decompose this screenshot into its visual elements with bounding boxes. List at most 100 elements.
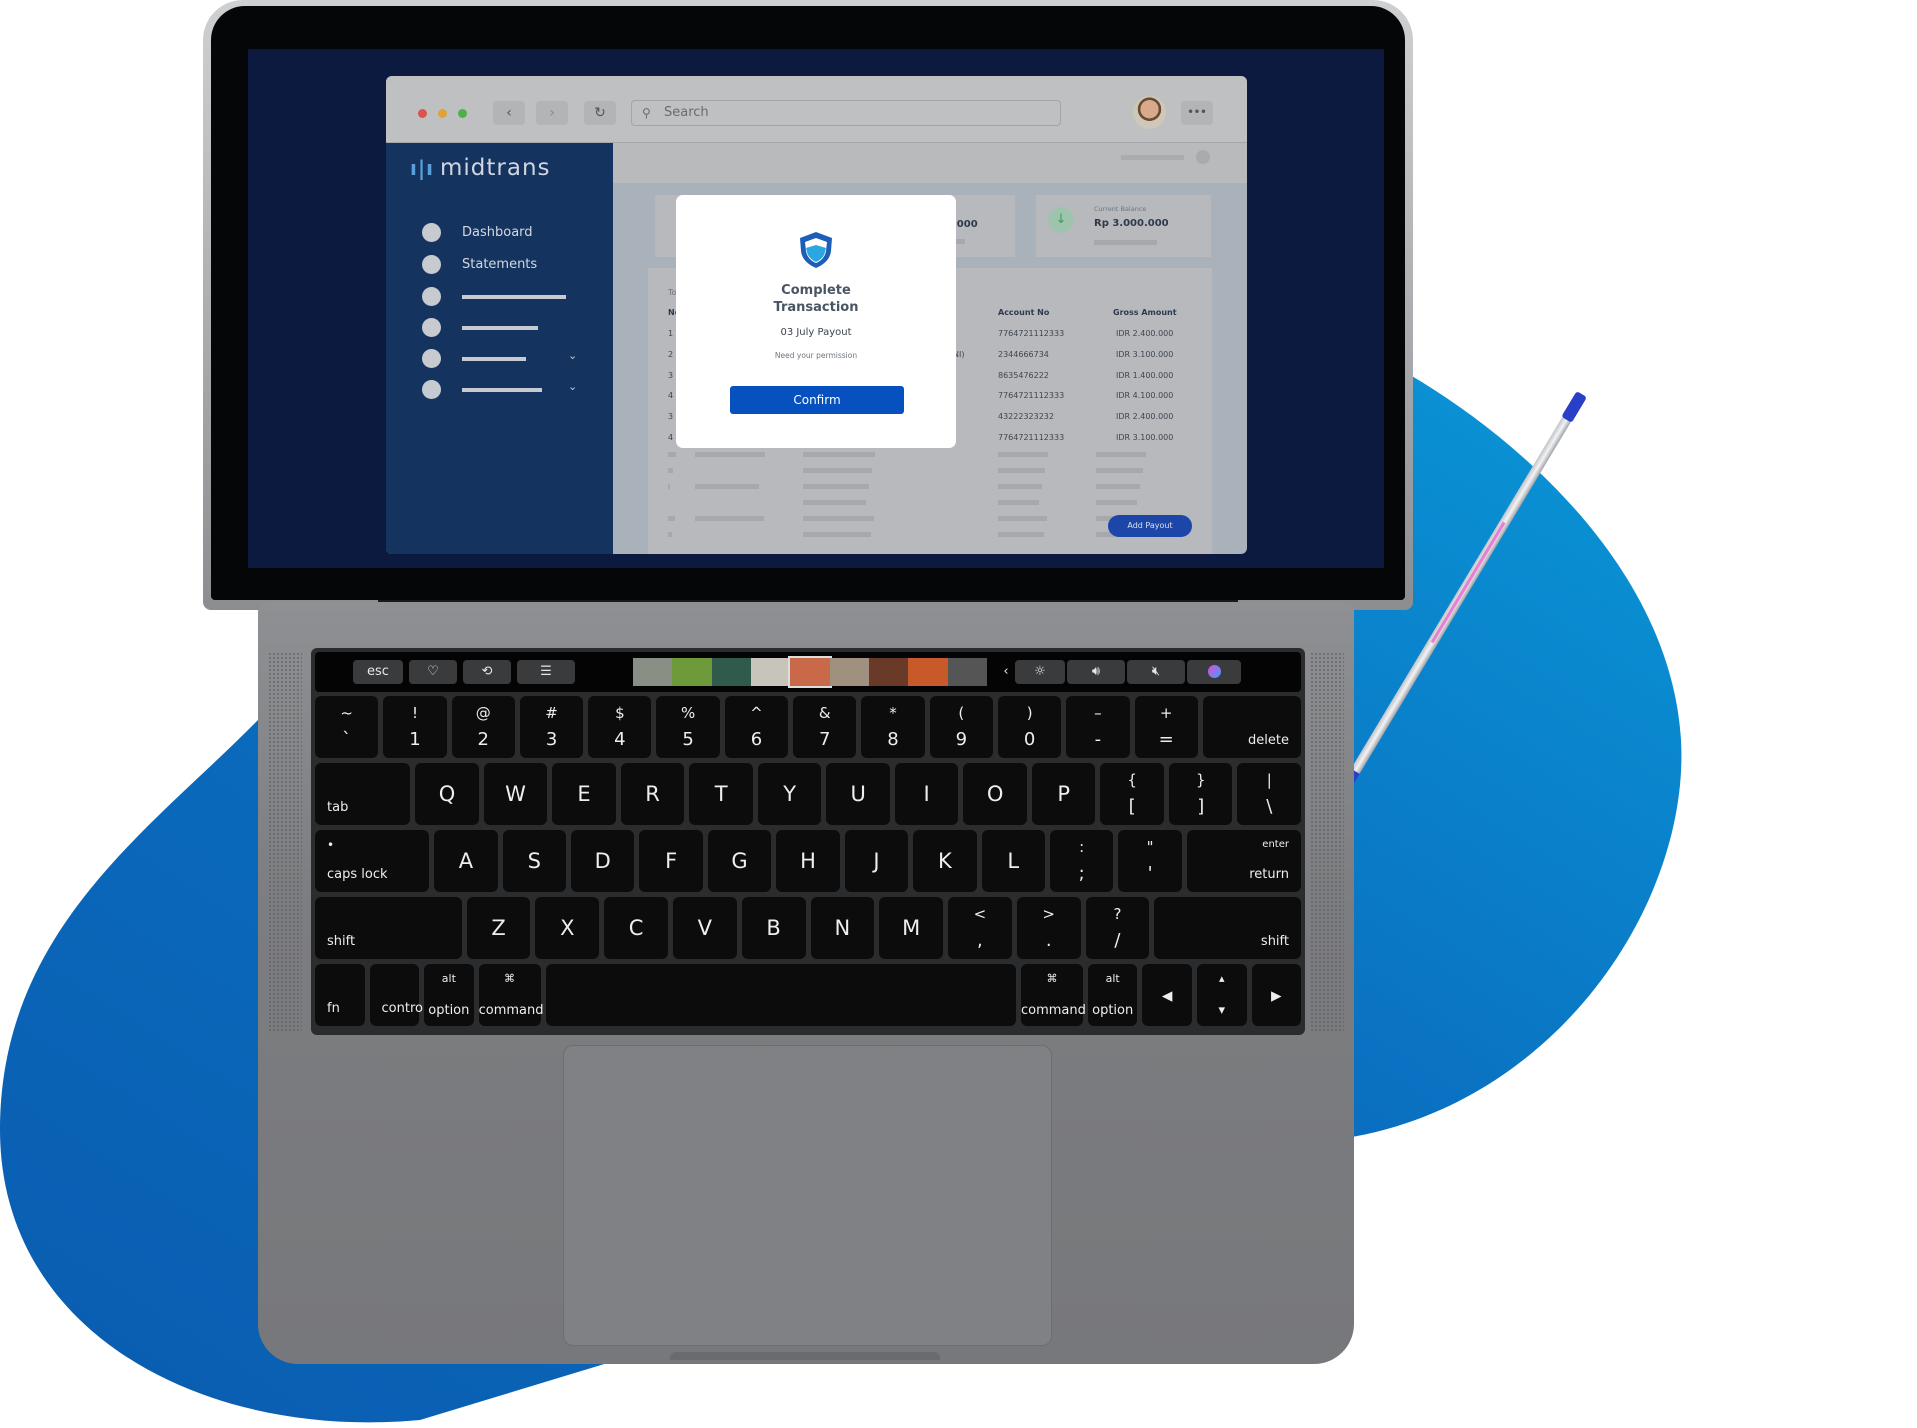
sidebar-item-6[interactable]: ⌄ bbox=[422, 380, 602, 400]
siri-icon[interactable] bbox=[1187, 660, 1241, 684]
mute-icon[interactable]: 🔇︎ bbox=[1127, 660, 1185, 684]
brightness-icon[interactable]: ☼ bbox=[1015, 660, 1065, 684]
key-[[interactable]: {[ bbox=[1100, 763, 1164, 825]
key-2[interactable]: @2 bbox=[451, 696, 515, 758]
key-space[interactable] bbox=[545, 964, 1016, 1026]
sidebar: ı|ı midtrans Dashboard Statements ⌄ ⌄ bbox=[386, 143, 613, 554]
volume-icon[interactable]: 🔊︎ bbox=[1067, 660, 1125, 684]
key-option[interactable]: option alt bbox=[1087, 964, 1138, 1026]
key-'[interactable]: " ' bbox=[1118, 830, 1182, 892]
key-W[interactable]: W bbox=[483, 763, 548, 825]
esc-key[interactable]: esc bbox=[353, 660, 403, 684]
key-command[interactable]: command ⌘ bbox=[478, 964, 543, 1026]
forward-button[interactable]: › bbox=[536, 101, 568, 125]
key-C[interactable]: C bbox=[604, 897, 668, 959]
rotate-icon[interactable]: ⟲ bbox=[463, 660, 511, 684]
key-\[interactable]: | \ bbox=[1237, 763, 1301, 825]
key-H[interactable]: H bbox=[776, 830, 840, 892]
key-shift[interactable]: shift bbox=[315, 897, 462, 959]
key-M[interactable]: M bbox=[879, 897, 944, 959]
key-label: shift bbox=[327, 934, 356, 949]
key-label: J bbox=[873, 849, 880, 873]
key-control[interactable]: control bbox=[369, 964, 427, 1026]
trackpad[interactable] bbox=[563, 1045, 1052, 1346]
maximize-dot[interactable] bbox=[458, 109, 467, 118]
key-delete[interactable]: delete bbox=[1202, 696, 1301, 758]
reload-button[interactable]: ↻ bbox=[584, 101, 616, 125]
key-;[interactable]: :; bbox=[1049, 830, 1114, 892]
key-label: W bbox=[505, 782, 526, 806]
key-command[interactable]: command ⌘ bbox=[1021, 964, 1086, 1026]
key-9[interactable]: (9 bbox=[929, 696, 993, 758]
key-G[interactable]: G bbox=[707, 830, 772, 892]
sidebar-item-5[interactable]: ⌄ bbox=[422, 349, 602, 369]
key-I[interactable]: I bbox=[894, 763, 959, 825]
key-return[interactable]: return enter bbox=[1186, 830, 1301, 892]
key-R[interactable]: R bbox=[620, 763, 685, 825]
key-`[interactable]: ~ ` bbox=[315, 696, 379, 758]
key-E[interactable]: E bbox=[552, 763, 616, 825]
key-4[interactable]: $4 bbox=[588, 696, 652, 758]
key-V[interactable]: V bbox=[672, 897, 737, 959]
chevron-left-icon[interactable]: ‹ bbox=[999, 660, 1013, 684]
key-F[interactable]: F bbox=[639, 830, 703, 892]
confirm-button[interactable]: Confirm bbox=[730, 386, 904, 414]
card-amount: .000 bbox=[953, 219, 978, 230]
key-T[interactable]: T bbox=[689, 763, 753, 825]
key-B[interactable]: B bbox=[741, 897, 806, 959]
key--[interactable]: – - bbox=[1066, 696, 1130, 758]
key-option[interactable]: option alt bbox=[424, 964, 474, 1026]
sidebar-item-dashboard[interactable]: Dashboard bbox=[422, 223, 602, 243]
close-dot[interactable] bbox=[418, 109, 427, 118]
key-Y[interactable]: Y bbox=[757, 763, 822, 825]
touch-bar[interactable]: esc ♡ ⟲ ☰ ‹ ☼ 🔊︎ 🔇︎ bbox=[315, 652, 1301, 692]
key-1[interactable]: ! 1 bbox=[383, 696, 447, 758]
key-3[interactable]: #3 bbox=[519, 696, 584, 758]
key-P[interactable]: P bbox=[1031, 763, 1096, 825]
add-payout-button[interactable]: Add Payout bbox=[1108, 515, 1192, 537]
key-5[interactable]: % 5 bbox=[656, 696, 720, 758]
key-D[interactable]: D bbox=[571, 830, 635, 892]
photo-thumbnails[interactable] bbox=[633, 656, 987, 688]
header-icon[interactable] bbox=[1196, 150, 1210, 164]
key-caps-lock[interactable]: caps lock • bbox=[315, 830, 430, 892]
key-.[interactable]: >. bbox=[1016, 897, 1081, 959]
key-N[interactable]: N bbox=[810, 897, 875, 959]
key-S[interactable]: S bbox=[502, 830, 567, 892]
key-▾[interactable]: ▴ ▾ bbox=[1196, 964, 1247, 1026]
key-J[interactable]: J bbox=[844, 830, 909, 892]
sidebar-item-3[interactable] bbox=[422, 287, 602, 307]
sidebar-item-statements[interactable]: Statements bbox=[422, 255, 602, 275]
more-button[interactable]: ••• bbox=[1181, 101, 1213, 125]
key-L[interactable]: L bbox=[981, 830, 1045, 892]
key-A[interactable]: A bbox=[434, 830, 498, 892]
key-/[interactable]: ? / bbox=[1085, 897, 1150, 959]
key-U[interactable]: U bbox=[826, 763, 890, 825]
minimize-dot[interactable] bbox=[438, 109, 447, 118]
search-input[interactable]: ⚲ Search bbox=[631, 100, 1061, 126]
key-=[interactable]: + = bbox=[1134, 696, 1198, 758]
heart-icon[interactable]: ♡ bbox=[409, 660, 457, 684]
sidebar-item-4[interactable] bbox=[422, 318, 602, 338]
key-▸[interactable]: ▸ bbox=[1251, 964, 1302, 1026]
key-Q[interactable]: Q bbox=[415, 763, 479, 825]
key-8[interactable]: * 8 bbox=[861, 696, 925, 758]
key-X[interactable]: X bbox=[535, 897, 600, 959]
avatar[interactable] bbox=[1133, 96, 1166, 129]
key-label: F bbox=[665, 849, 678, 873]
key-O[interactable]: O bbox=[963, 763, 1027, 825]
key-fn[interactable]: fn bbox=[315, 964, 365, 1026]
key-7[interactable]: & 7 bbox=[793, 696, 857, 758]
sliders-icon[interactable]: ☰ bbox=[517, 660, 575, 684]
key-Z[interactable]: Z bbox=[466, 897, 531, 959]
key-tab[interactable]: tab bbox=[315, 763, 411, 825]
key-,[interactable]: <, bbox=[948, 897, 1012, 959]
key-shift[interactable]: shift bbox=[1154, 897, 1301, 959]
key-label: M bbox=[902, 916, 921, 940]
key-6[interactable]: ^ 6 bbox=[724, 696, 789, 758]
key-K[interactable]: K bbox=[913, 830, 977, 892]
key-◂[interactable]: ◂ bbox=[1142, 964, 1192, 1026]
key-][interactable]: }] bbox=[1168, 763, 1233, 825]
back-button[interactable]: ‹ bbox=[493, 101, 525, 125]
key-0[interactable]: ) 0 bbox=[997, 696, 1062, 758]
